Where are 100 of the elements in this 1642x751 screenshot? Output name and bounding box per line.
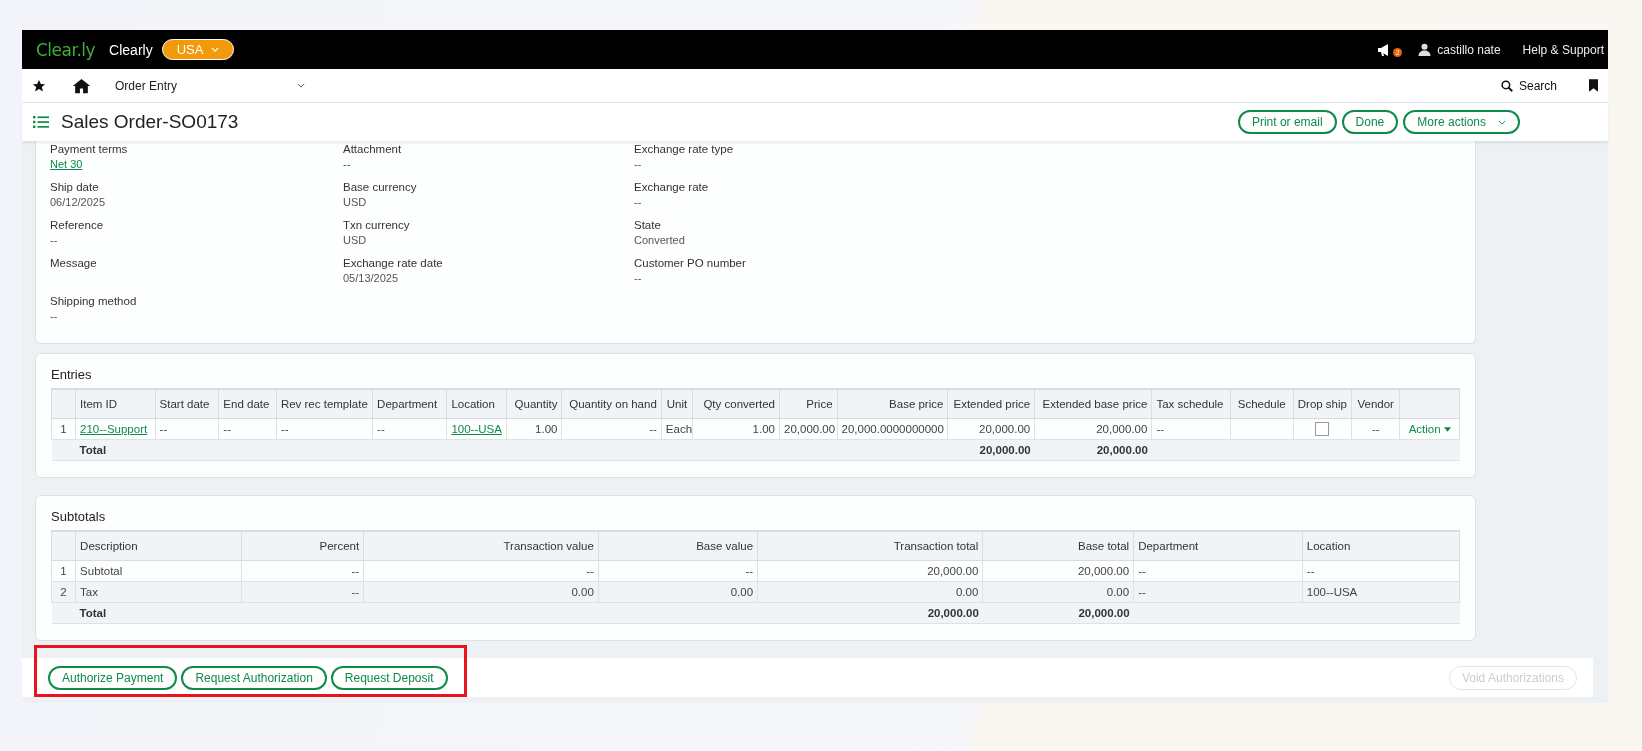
field-label: Exchange rate type [634, 143, 735, 155]
bookmark-icon[interactable] [1589, 79, 1598, 92]
field-value: 06/12/2025 [50, 196, 107, 208]
section-title: Entries [51, 367, 93, 382]
column-header: Price [779, 389, 838, 419]
column-header: Extended price [947, 389, 1035, 419]
table-cell: -- [598, 560, 758, 582]
field-value: -- [634, 272, 643, 284]
field-label: Attachment [343, 143, 403, 155]
field-link[interactable]: Net 30 [50, 158, 343, 170]
header-cell [51, 531, 76, 561]
chevron-down-icon [297, 83, 305, 88]
column-header: Unit [661, 389, 693, 419]
column-header: Schedule [1230, 389, 1294, 419]
field-value: -- [343, 158, 352, 170]
action-button[interactable]: Request Deposit [330, 665, 448, 690]
field-label: Txn currency [343, 219, 411, 231]
column-header: Base total [982, 531, 1134, 561]
cell-link[interactable]: 210--Support [80, 423, 148, 435]
star-icon[interactable] [32, 78, 46, 93]
table-cell: -- [363, 560, 599, 582]
column-header: Rev rec template [276, 389, 373, 419]
user-name[interactable]: castillo nate [1437, 42, 1501, 57]
search-button[interactable]: Search [1500, 78, 1557, 93]
page-title: Sales Order-SO0173 [61, 111, 239, 133]
row-number: 1 [51, 560, 76, 582]
table-cell: 20,000.00 [757, 560, 983, 582]
column-header: Department [372, 389, 447, 419]
total-label: Total [75, 602, 758, 624]
table-cell: 0.00 [363, 581, 599, 603]
column-header: Transaction value [363, 531, 599, 561]
table-cell: 20,000.0000000000 [837, 418, 948, 440]
column-header: Department [1133, 531, 1303, 561]
table-cell: -- [218, 418, 277, 440]
table-cell: -- [561, 418, 662, 440]
logo[interactable]: Clear.ly [36, 39, 96, 60]
column-header: Item ID [75, 389, 156, 419]
table-cell: 20,000.00 [1034, 418, 1152, 440]
table-cell: 1.00 [692, 418, 780, 440]
table-cell: -- [276, 418, 373, 440]
company-name: Clearly [109, 41, 153, 58]
field-label: Message [50, 257, 98, 269]
field-value: 05/13/2025 [343, 272, 400, 284]
field-label: Reference [50, 219, 105, 231]
field-label: Customer PO number [634, 257, 747, 269]
field-value: -- [634, 196, 643, 208]
field-value: Converted [634, 234, 686, 246]
column-header: Base value [598, 531, 758, 561]
list-icon[interactable] [33, 116, 49, 128]
module-selector[interactable]: Order Entry [115, 78, 305, 93]
field-value: USD [343, 234, 368, 246]
search-icon [1500, 79, 1513, 92]
field-label: Exchange rate [634, 181, 710, 193]
field-label: Shipping method [50, 295, 138, 307]
action-button[interactable]: Done [1341, 110, 1399, 134]
table-cell: Each [661, 418, 693, 440]
field-value: -- [50, 234, 59, 246]
caret-icon [1443, 426, 1451, 432]
checkbox[interactable] [1315, 422, 1330, 436]
field-label: Exchange rate date [343, 257, 444, 269]
column-header: Quantity on hand [561, 389, 662, 419]
field-label: Payment terms [50, 143, 129, 155]
column-header: Qty converted [692, 389, 780, 419]
row-number: 1 [51, 418, 76, 440]
total-value: 20,000.00 [757, 602, 983, 624]
action-button[interactable]: Print or email [1237, 110, 1337, 134]
field-value: -- [50, 310, 59, 322]
action-button[interactable]: Authorize Payment [48, 665, 178, 690]
table-cell: 20,000.00 [779, 418, 838, 440]
row-number: 2 [51, 581, 76, 603]
table-cell: 0.00 [757, 581, 983, 603]
table-cell: Subtotal [75, 560, 242, 582]
chevron-down-icon [211, 47, 220, 52]
table-cell: -- [1302, 560, 1460, 582]
field-label: Ship date [50, 181, 100, 193]
field-label: State [634, 219, 662, 231]
header-cell [51, 389, 76, 419]
column-header: Percent [241, 531, 364, 561]
table-cell: 20,000.00 [947, 418, 1035, 440]
help-link[interactable]: Help & Support [1522, 42, 1604, 57]
user-icon [1418, 43, 1432, 56]
column-header: Transaction total [757, 531, 983, 561]
table-cell: -- [1133, 560, 1303, 582]
action-menu[interactable]: Action [1408, 423, 1451, 435]
action-button[interactable]: More actions [1403, 110, 1520, 134]
column-header: Tax schedule [1151, 389, 1231, 419]
column-header: Location [446, 389, 507, 419]
column-header: Location [1302, 531, 1460, 561]
table-cell: 20,000.00 [982, 560, 1134, 582]
home-icon[interactable] [72, 77, 91, 94]
field-value: USD [343, 196, 368, 208]
cell-link[interactable]: 100--USA [451, 423, 502, 435]
column-header: Description [75, 531, 242, 561]
table-cell: -- [241, 560, 364, 582]
field-value: -- [634, 158, 643, 170]
action-button[interactable]: Request Authorization [181, 665, 327, 690]
field-label: Base currency [343, 181, 418, 193]
table-cell: -- [372, 418, 447, 440]
section-title: Subtotals [51, 509, 107, 524]
table-cell: -- [1351, 418, 1400, 440]
